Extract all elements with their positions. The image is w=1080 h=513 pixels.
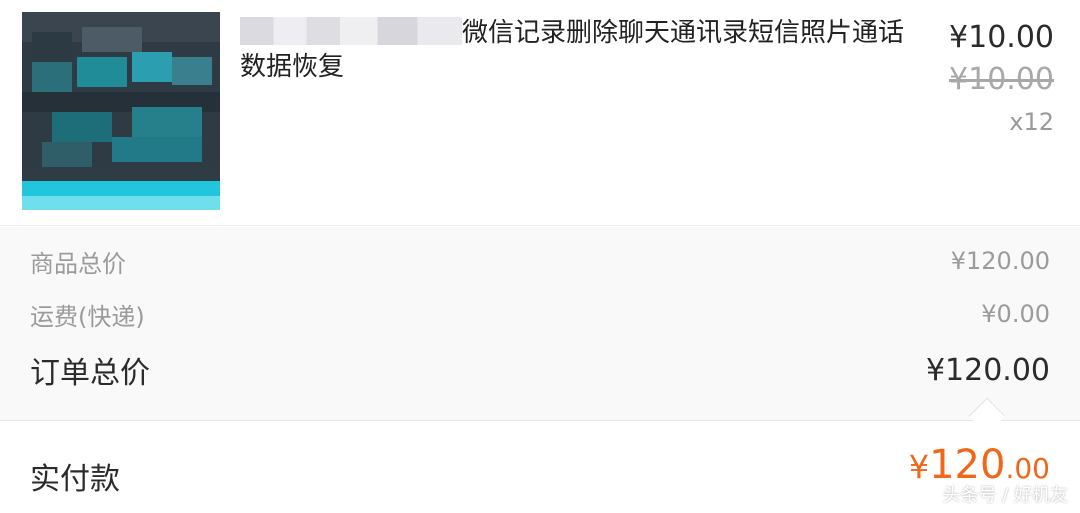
order-total-label: 订单总价 xyxy=(30,356,150,391)
price-column: ¥10.00 ¥10.00 x12 xyxy=(949,18,1054,142)
order-total-value: ¥120.00 xyxy=(925,352,1050,388)
quantity: x12 xyxy=(1009,108,1054,136)
product-card[interactable]: 微信记录删除聊天通讯录短信照片通话数据恢复 ¥10.00 ¥10.00 x12 xyxy=(0,0,1080,226)
currency-symbol: ¥ xyxy=(908,448,930,486)
subtotal-label: 商品总价 xyxy=(30,249,126,278)
amount-paid-label: 实付款 xyxy=(30,462,120,497)
redacted-title-prefix xyxy=(240,17,462,45)
amount-paid-section: 实付款 ¥120.00 头条号 / 好机友 xyxy=(0,422,1080,513)
subtotal-value: ¥120.00 xyxy=(950,247,1050,275)
order-summary: 商品总价 ¥120.00 运费(快递) ¥0.00 订单总价 ¥120.00 xyxy=(0,227,1080,435)
shipping-label: 运费(快递) xyxy=(30,302,145,331)
shipping-row: 运费(快递) ¥0.00 xyxy=(30,294,1050,334)
original-price: ¥10.00 xyxy=(949,62,1054,97)
order-total-row: 订单总价 ¥120.00 xyxy=(30,347,1050,393)
product-title[interactable]: 微信记录删除聊天通讯录短信照片通话数据恢复 xyxy=(240,16,920,84)
current-price: ¥10.00 xyxy=(949,20,1054,55)
product-thumbnail[interactable] xyxy=(22,12,220,210)
shipping-value: ¥0.00 xyxy=(981,300,1050,328)
subtotal-row: 商品总价 ¥120.00 xyxy=(30,241,1050,281)
watermark: 头条号 / 好机友 xyxy=(942,485,1068,506)
